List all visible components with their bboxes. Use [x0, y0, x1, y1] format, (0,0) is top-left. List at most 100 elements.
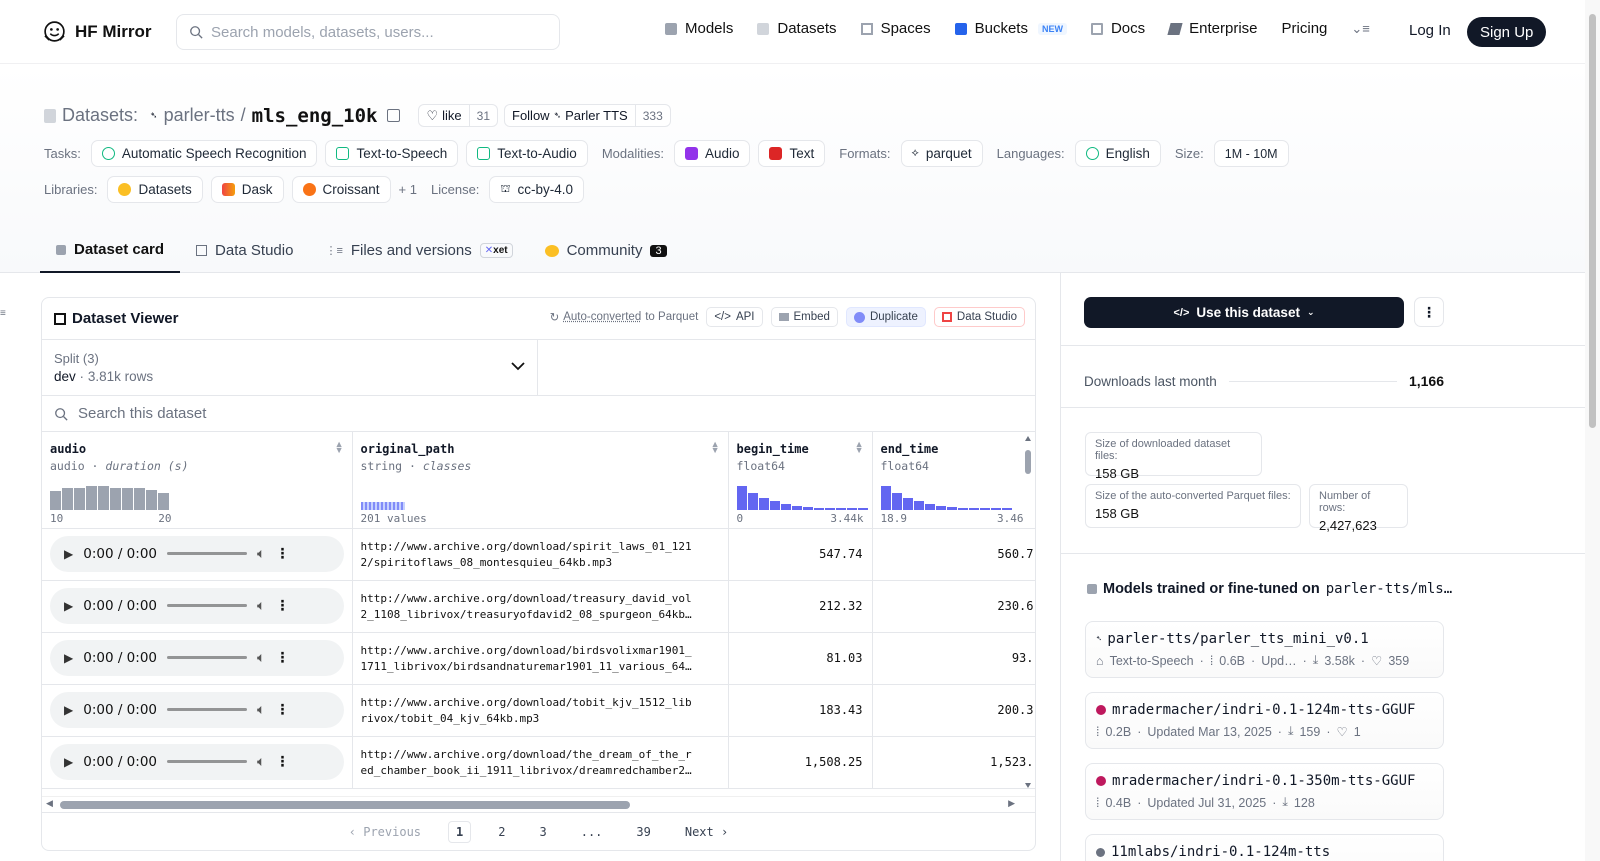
- histogram-bar[interactable]: [86, 486, 97, 510]
- libraries-more[interactable]: + 1: [399, 182, 417, 197]
- tag-audio[interactable]: Audio: [674, 140, 751, 167]
- tag-license[interactable]: ⛫ cc-by-4.0: [489, 176, 584, 203]
- tag-dask[interactable]: Dask: [211, 176, 284, 203]
- path-cell[interactable]: http://www.archive.org/download/birdsvol…: [352, 632, 728, 684]
- audio-player[interactable]: ▶ 0:00 / 0:00 🔈︎ ⋮: [50, 744, 344, 780]
- histogram-bar[interactable]: [74, 488, 85, 510]
- model-card[interactable]: mradermacher/indri-0.1-350m-tts-GGUF ⁞ 0.…: [1085, 763, 1444, 820]
- kebab-icon[interactable]: ⋮: [275, 702, 289, 718]
- histogram-bar[interactable]: [847, 508, 857, 510]
- histogram-bar[interactable]: [1002, 508, 1012, 510]
- vertical-scrollbar[interactable]: [1024, 436, 1032, 788]
- end-time-cell[interactable]: 560.7: [872, 528, 1035, 580]
- histogram-bar[interactable]: [991, 508, 1001, 510]
- histogram-bar[interactable]: [892, 493, 902, 510]
- nav-enterprise[interactable]: Enterprise: [1169, 20, 1257, 37]
- nav-more-menu[interactable]: ⌄≡: [1351, 21, 1369, 37]
- table-row[interactable]: ▶ 0:00 / 0:00 🔈︎ ⋮ http://www.archive.or…: [42, 632, 1035, 684]
- volume-icon[interactable]: 🔈︎: [257, 702, 265, 718]
- nav-buckets[interactable]: Buckets NEW: [955, 20, 1067, 37]
- page-scrollbar[interactable]: [1585, 0, 1600, 861]
- nav-pricing[interactable]: Pricing: [1282, 20, 1328, 37]
- dataset-search[interactable]: [42, 396, 1035, 432]
- play-icon[interactable]: ▶: [64, 599, 73, 613]
- tag-parquet[interactable]: ⟡ parquet: [901, 140, 983, 167]
- histogram-bar[interactable]: [158, 493, 169, 510]
- table-row[interactable]: ▶ 0:00 / 0:00 🔈︎ ⋮ http://www.archive.or…: [42, 684, 1035, 736]
- global-search-input[interactable]: [211, 24, 541, 41]
- data-studio-button[interactable]: Data Studio: [934, 307, 1025, 327]
- seek-bar[interactable]: [167, 708, 247, 711]
- use-dataset-button[interactable]: </> Use this dataset ⌄: [1084, 297, 1404, 328]
- model-card[interactable]: 11mlabs/indri-0.1-124m-tts: [1085, 834, 1444, 861]
- histogram-bar[interactable]: [98, 486, 109, 510]
- histogram-bar[interactable]: [134, 488, 145, 510]
- histogram-bar[interactable]: [146, 490, 157, 510]
- audio-player[interactable]: ▶ 0:00 / 0:00 🔈︎ ⋮: [50, 588, 344, 624]
- next-page-button[interactable]: Next ›: [678, 822, 735, 842]
- audio-player[interactable]: ▶ 0:00 / 0:00 🔈︎ ⋮: [50, 536, 344, 572]
- histogram-bar[interactable]: [925, 504, 935, 510]
- left-drawer-handle[interactable]: ≡: [0, 303, 8, 319]
- api-button[interactable]: </> API: [706, 307, 762, 327]
- nav-docs[interactable]: Docs: [1091, 20, 1145, 37]
- repo-owner[interactable]: parler-tts: [164, 105, 235, 126]
- copy-icon[interactable]: [387, 109, 400, 122]
- begin-time-cell[interactable]: 547.74: [728, 528, 872, 580]
- model-card[interactable]: mradermacher/indri-0.1-124m-tts-GGUF ⁞ 0.…: [1085, 692, 1444, 749]
- histogram-bar[interactable]: [803, 507, 813, 510]
- tag-tts[interactable]: Text-to-Speech: [325, 140, 458, 167]
- histogram-bar[interactable]: [969, 508, 979, 510]
- histogram-bar[interactable]: [914, 501, 924, 510]
- auto-converted-link[interactable]: Auto-converted: [563, 311, 641, 323]
- histogram-bar[interactable]: [858, 508, 868, 510]
- page-1[interactable]: 1: [448, 821, 471, 843]
- histogram-bar[interactable]: [50, 491, 61, 510]
- begin-time-cell[interactable]: 1,508.25: [728, 736, 872, 788]
- column-header-end-time[interactable]: end_time float64 18.9 3.46: [872, 432, 1035, 528]
- tab-data-studio[interactable]: Data Studio: [180, 228, 309, 273]
- end-time-cell[interactable]: 200.3: [872, 684, 1035, 736]
- tag-datasets-lib[interactable]: Datasets: [107, 176, 202, 203]
- path-cell[interactable]: http://www.archive.org/download/spirit_l…: [352, 528, 728, 580]
- scrollbar-thumb[interactable]: [60, 801, 630, 809]
- dataset-search-input[interactable]: [78, 405, 678, 422]
- seek-bar[interactable]: [167, 760, 247, 763]
- column-header-audio[interactable]: audio audio · duration (s) ▲ ▼ 10 20: [42, 432, 352, 528]
- kebab-icon[interactable]: ⋮: [275, 650, 289, 666]
- kebab-icon[interactable]: ⋮: [275, 754, 289, 770]
- histogram-bar[interactable]: [737, 486, 747, 510]
- tag-croissant[interactable]: Croissant: [292, 176, 391, 203]
- end-time-cell[interactable]: 1,523.: [872, 736, 1035, 788]
- tag-tta[interactable]: Text-to-Audio: [466, 140, 588, 167]
- sort-icon[interactable]: ▲ ▼: [711, 441, 720, 453]
- histogram-bar[interactable]: [110, 488, 121, 510]
- table-row[interactable]: ▶ 0:00 / 0:00 🔈︎ ⋮ http://www.archive.or…: [42, 528, 1035, 580]
- histogram-bar[interactable]: [825, 508, 835, 510]
- histogram-bar[interactable]: [936, 506, 946, 510]
- play-icon[interactable]: ▶: [64, 755, 73, 769]
- histogram-bar[interactable]: [881, 486, 891, 510]
- nav-spaces[interactable]: Spaces: [861, 20, 931, 37]
- class-bar[interactable]: [403, 502, 405, 510]
- seek-bar[interactable]: [167, 552, 247, 555]
- follow-button[interactable]: Follow ➴ Parler TTS 333: [504, 104, 671, 127]
- column-header-begin-time[interactable]: begin_time float64 ▲ ▼ 0 3.44k: [728, 432, 872, 528]
- tab-community[interactable]: Community 3: [529, 228, 683, 273]
- histogram-bar[interactable]: [947, 507, 957, 510]
- seek-bar[interactable]: [167, 656, 247, 659]
- sort-icon[interactable]: ▲ ▼: [855, 441, 864, 453]
- histogram-bar[interactable]: [759, 498, 769, 510]
- models-title-target[interactable]: parler-tts/mls…: [1326, 581, 1452, 597]
- audio-player[interactable]: ▶ 0:00 / 0:00 🔈︎ ⋮: [50, 640, 344, 676]
- tag-size[interactable]: 1M - 10M: [1214, 140, 1289, 167]
- histogram-bar[interactable]: [836, 508, 846, 510]
- repo-name[interactable]: mls_eng_10k: [252, 105, 378, 127]
- play-icon[interactable]: ▶: [64, 651, 73, 665]
- table-row[interactable]: ▶ 0:00 / 0:00 🔈︎ ⋮ http://www.archive.or…: [42, 736, 1035, 788]
- split-select[interactable]: Split (3) dev · 3.81k rows: [42, 340, 538, 395]
- sort-icon[interactable]: ▲ ▼: [335, 441, 344, 453]
- like-button[interactable]: ♡ like 31: [418, 104, 498, 127]
- histogram-bar[interactable]: [770, 501, 780, 510]
- histogram-bar[interactable]: [792, 506, 802, 510]
